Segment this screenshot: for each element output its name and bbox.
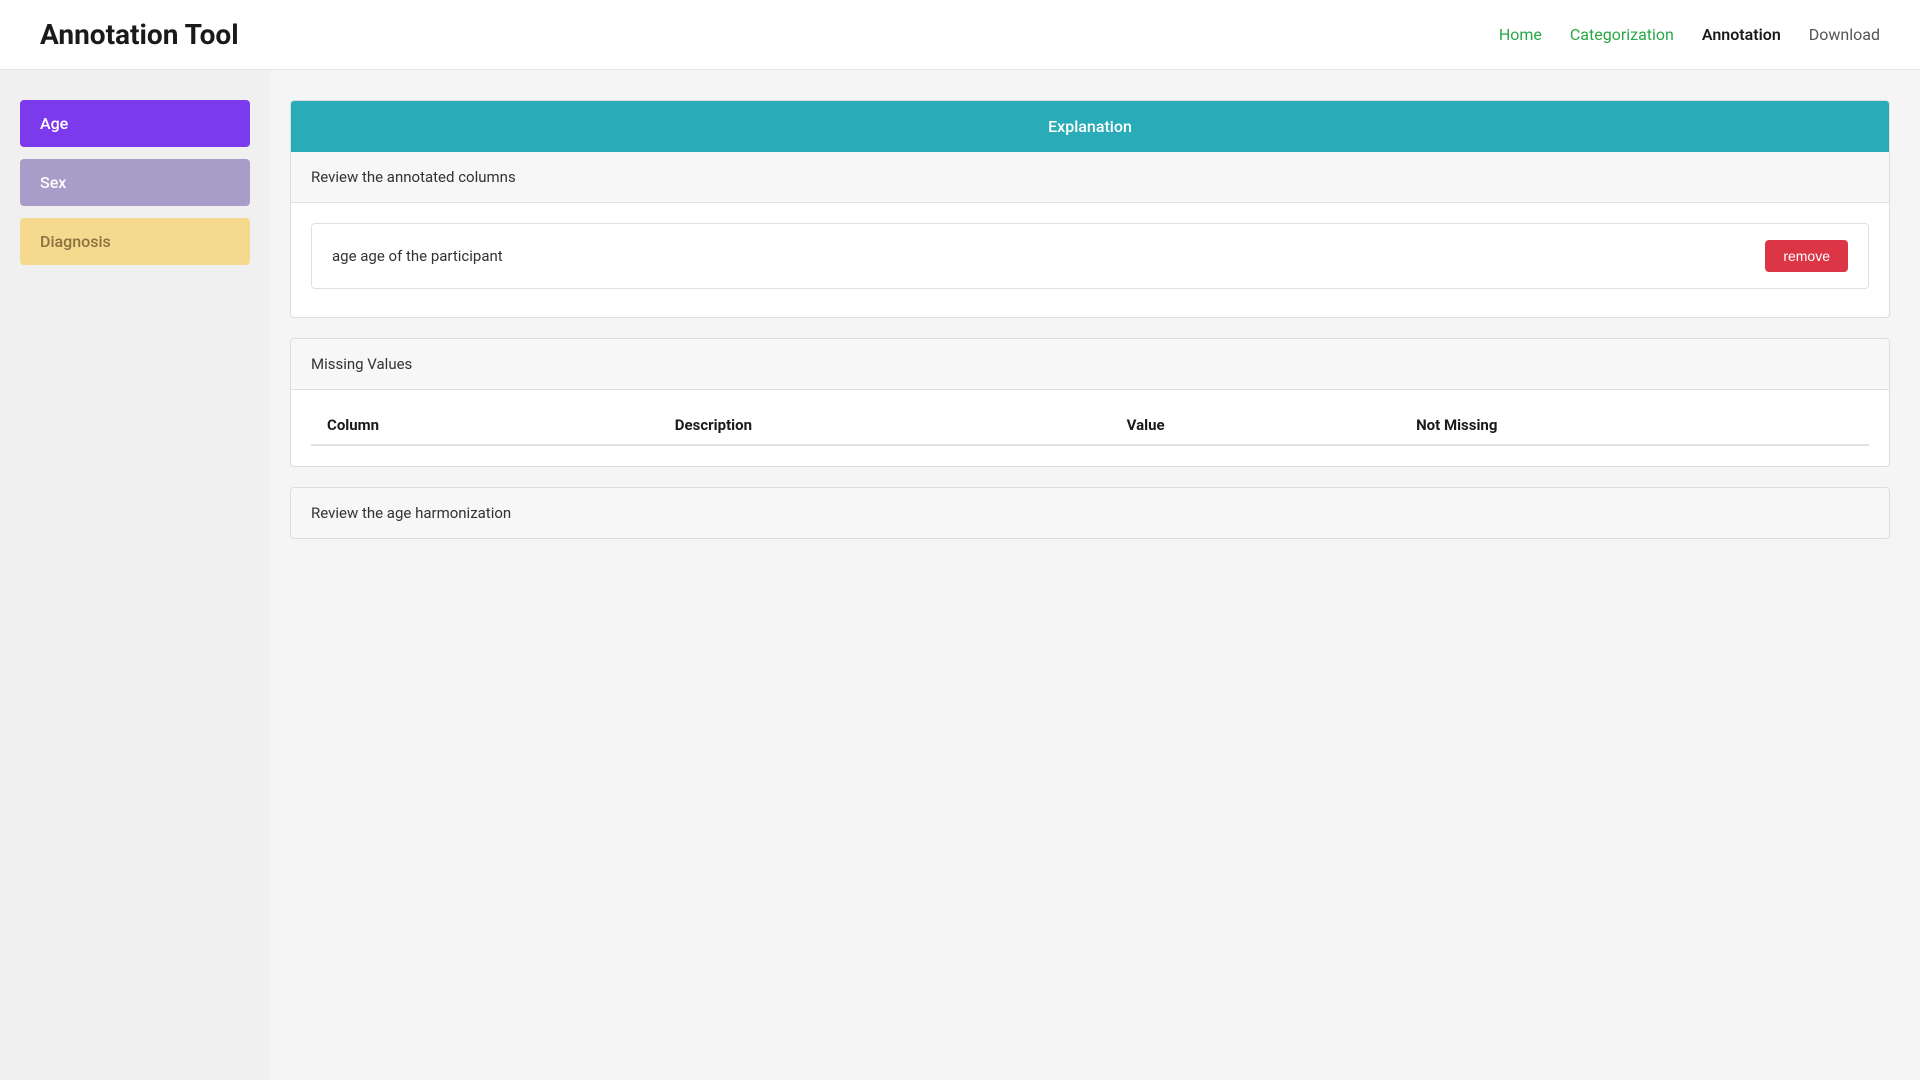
sidebar: Age Sex Diagnosis (0, 70, 270, 1080)
nav-download[interactable]: Download (1809, 25, 1880, 44)
harmonization-header: Review the age harmonization (291, 488, 1889, 538)
missing-values-body: Column Description Value Not Missing (291, 390, 1889, 466)
col-header-description: Description (659, 406, 1111, 445)
missing-values-header: Missing Values (291, 339, 1889, 390)
missing-values-table: Column Description Value Not Missing (311, 406, 1869, 446)
nav-categorization[interactable]: Categorization (1570, 25, 1674, 44)
harmonization-panel: Review the age harmonization (290, 487, 1890, 539)
main-content: Explanation Review the annotated columns… (270, 70, 1920, 1080)
sidebar-item-diagnosis[interactable]: Diagnosis (20, 218, 250, 265)
explanation-header: Explanation (291, 101, 1889, 152)
explanation-panel: Explanation Review the annotated columns… (290, 100, 1890, 318)
nav-annotation[interactable]: Annotation (1702, 25, 1781, 44)
missing-values-thead: Column Description Value Not Missing (311, 406, 1869, 445)
col-header-value: Value (1111, 406, 1400, 445)
sidebar-item-sex[interactable]: Sex (20, 159, 250, 206)
app-header: Annotation Tool Home Categorization Anno… (0, 0, 1920, 70)
remove-button[interactable]: remove (1765, 240, 1848, 272)
main-nav: Home Categorization Annotation Download (1499, 25, 1880, 44)
nav-home[interactable]: Home (1499, 25, 1542, 44)
main-layout: Age Sex Diagnosis Explanation Review the… (0, 70, 1920, 1080)
annotation-entries-body: age age of the participant remove (291, 203, 1889, 317)
col-header-column: Column (311, 406, 659, 445)
app-title: Annotation Tool (40, 18, 239, 51)
table-header-row: Column Description Value Not Missing (311, 406, 1869, 445)
missing-values-panel: Missing Values Column Description Value … (290, 338, 1890, 467)
review-columns-header: Review the annotated columns (291, 152, 1889, 203)
annotation-row: age age of the participant remove (311, 223, 1869, 289)
annotation-text: age age of the participant (332, 247, 503, 265)
col-header-not-missing: Not Missing (1400, 406, 1869, 445)
sidebar-item-age[interactable]: Age (20, 100, 250, 147)
